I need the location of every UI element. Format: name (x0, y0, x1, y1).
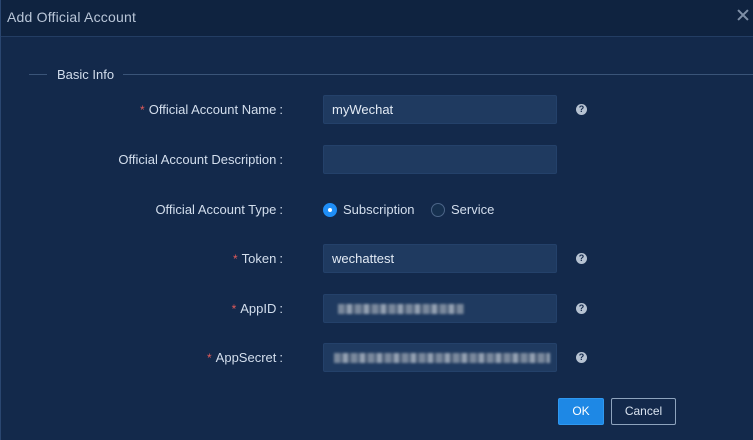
section-divider-right (123, 74, 753, 75)
radio-unchecked-indicator[interactable] (431, 202, 445, 217)
radio-service[interactable]: Service (431, 202, 494, 217)
help-icon[interactable]: ? (576, 253, 587, 264)
dialog-title: Add Official Account (7, 9, 137, 25)
label-official-account-description: Official Account Description: (118, 152, 283, 167)
close-icon[interactable] (736, 8, 750, 22)
ok-button[interactable]: OK (558, 398, 604, 425)
required-mark: * (140, 103, 145, 117)
masked-value (334, 353, 550, 363)
required-mark: * (207, 351, 212, 365)
help-icon[interactable]: ? (576, 303, 587, 314)
appsecret-input[interactable] (323, 343, 557, 372)
add-official-account-dialog: Add Official Account Basic Info * Officia… (0, 0, 753, 440)
cancel-button[interactable]: Cancel (611, 398, 676, 425)
radio-label-subscription: Subscription (343, 202, 415, 217)
label-token: * Token: (233, 251, 283, 266)
dialog-titlebar: Add Official Account (1, 0, 753, 37)
appid-input[interactable] (323, 294, 557, 323)
label-official-account-type: Official Account Type: (155, 202, 283, 217)
label-official-account-name: * Official Account Name: (140, 102, 283, 117)
token-input[interactable] (323, 244, 557, 273)
official-account-description-input[interactable] (323, 145, 557, 174)
help-icon[interactable]: ? (576, 104, 587, 115)
help-icon[interactable]: ? (576, 352, 587, 363)
masked-value (338, 304, 464, 314)
radio-checked-indicator[interactable] (323, 202, 337, 217)
radio-label-service: Service (451, 202, 495, 217)
radio-subscription[interactable]: Subscription (323, 202, 415, 217)
official-account-name-input[interactable] (323, 95, 557, 124)
required-mark: * (231, 302, 237, 316)
label-appsecret: * AppSecret: (207, 350, 283, 365)
section-title: Basic Info (57, 67, 115, 82)
section-divider-left (29, 74, 47, 75)
required-mark: * (233, 252, 238, 266)
label-appid: * AppID: (231, 301, 283, 316)
